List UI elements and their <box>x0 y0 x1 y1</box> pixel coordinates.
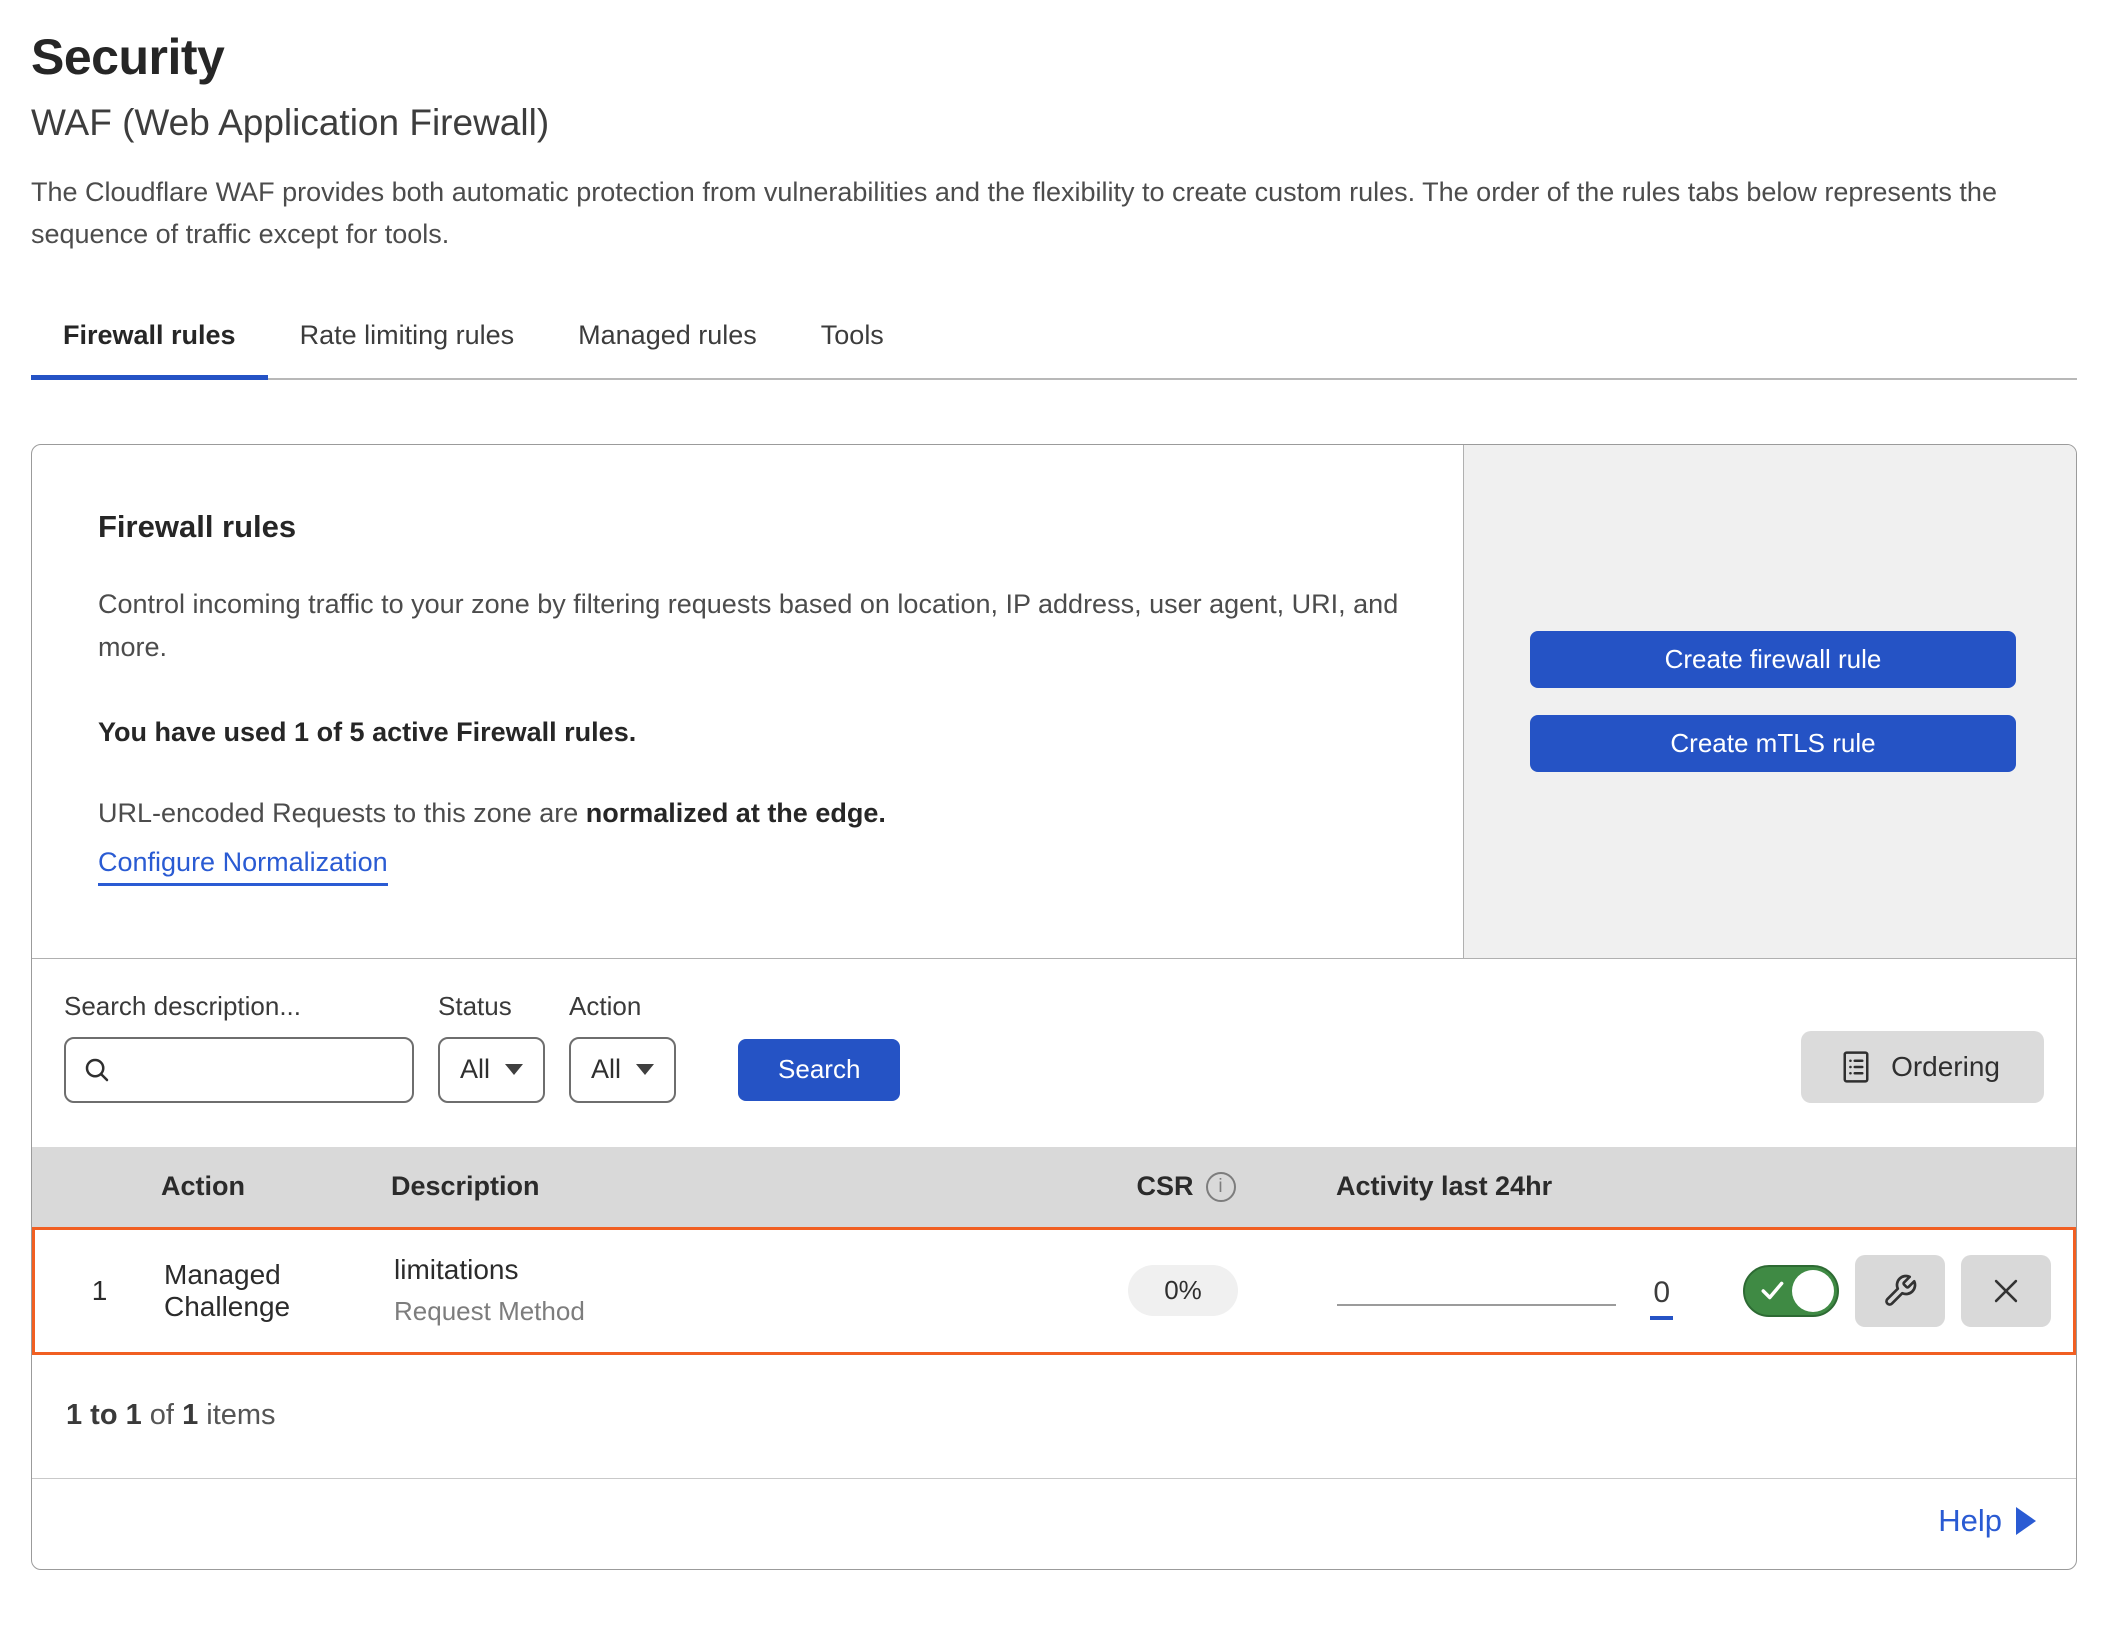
rule-controls <box>1673 1255 2073 1327</box>
firewall-rules-info: Firewall rules Control incoming traffic … <box>32 445 1463 958</box>
check-icon <box>1760 1280 1786 1302</box>
activity-count-link[interactable]: 0 <box>1650 1276 1673 1320</box>
search-button[interactable]: Search <box>738 1039 900 1101</box>
pagination-range: 1 to 1 <box>66 1399 142 1431</box>
create-firewall-rule-button[interactable]: Create firewall rule <box>1530 631 2016 688</box>
action-filter-group: Action All <box>569 991 676 1103</box>
table-row: 1 Managed Challenge limitations Request … <box>32 1227 2076 1355</box>
firewall-rules-panel: Firewall rules Control incoming traffic … <box>31 444 2077 1570</box>
info-icon[interactable]: i <box>1206 1172 1236 1202</box>
csr-badge: 0% <box>1128 1265 1238 1316</box>
toggle-knob <box>1792 1270 1834 1312</box>
search-label: Search description... <box>64 991 414 1022</box>
search-input[interactable] <box>122 1039 457 1101</box>
status-filter-group: Status All <box>438 991 545 1103</box>
chevron-down-icon <box>636 1064 654 1075</box>
tab-managed-rules[interactable]: Managed rules <box>546 302 789 380</box>
card-actions-panel: Create firewall rule Create mTLS rule <box>1463 445 2076 958</box>
search-icon <box>82 1055 112 1085</box>
help-link[interactable]: Help <box>1938 1503 2036 1539</box>
ordering-button[interactable]: Ordering <box>1801 1031 2044 1103</box>
pagination-items: items <box>198 1399 275 1431</box>
normalization-bold-text: normalized at the edge. <box>586 798 886 828</box>
action-dropdown-value: All <box>591 1054 621 1085</box>
card-title: Firewall rules <box>98 509 1423 545</box>
search-box <box>64 1037 414 1103</box>
list-document-icon <box>1841 1050 1871 1084</box>
activity-sparkline <box>1337 1304 1616 1306</box>
rule-activity-cell: 0 <box>1333 1269 1673 1313</box>
status-dropdown[interactable]: All <box>438 1037 545 1103</box>
waf-tab-bar: Firewall rules Rate limiting rules Manag… <box>31 302 2077 380</box>
firewall-rules-card: Firewall rules Control incoming traffic … <box>32 445 2076 959</box>
arrow-right-icon <box>2016 1507 2036 1535</box>
header-action: Action <box>161 1171 391 1202</box>
card-description: Control incoming traffic to your zone by… <box>98 583 1423 669</box>
action-label: Action <box>569 991 676 1022</box>
delete-rule-button[interactable] <box>1961 1255 2051 1327</box>
close-icon <box>1989 1274 2023 1308</box>
edit-rule-button[interactable] <box>1855 1255 1945 1327</box>
rule-action: Managed Challenge <box>164 1259 394 1323</box>
pagination-of: of <box>142 1399 182 1431</box>
usage-summary: You have used 1 of 5 active Firewall rul… <box>98 717 1423 748</box>
page-description: The Cloudflare WAF provides both automat… <box>31 172 2031 256</box>
action-dropdown[interactable]: All <box>569 1037 676 1103</box>
header-csr: CSR i <box>1036 1171 1336 1202</box>
wrench-icon <box>1882 1273 1918 1309</box>
tab-rate-limiting-rules[interactable]: Rate limiting rules <box>268 302 547 380</box>
normalization-text: URL-encoded Requests to this zone are <box>98 798 586 828</box>
create-mtls-rule-button[interactable]: Create mTLS rule <box>1530 715 2016 772</box>
help-link-label: Help <box>1938 1503 2002 1539</box>
tab-firewall-rules[interactable]: Firewall rules <box>31 302 268 380</box>
status-dropdown-value: All <box>460 1054 490 1085</box>
pagination-summary: 1 to 1 of 1 items <box>32 1355 2076 1479</box>
header-description: Description <box>391 1171 1036 1202</box>
table-header: Action Description CSR i Activity last 2… <box>32 1147 2076 1227</box>
ordering-button-label: Ordering <box>1891 1051 2000 1083</box>
rule-description-cell: limitations Request Method <box>394 1254 1033 1327</box>
rule-enabled-toggle[interactable] <box>1743 1265 1839 1317</box>
search-filter-group: Search description... <box>64 991 414 1103</box>
rule-description: limitations <box>394 1254 1033 1286</box>
tab-tools[interactable]: Tools <box>789 302 916 380</box>
rule-expression: Request Method <box>394 1296 1033 1327</box>
page-title: Security <box>31 28 2077 86</box>
rule-csr-cell: 0% <box>1033 1265 1333 1316</box>
configure-normalization-link[interactable]: Configure Normalization <box>98 847 388 886</box>
page-subtitle: WAF (Web Application Firewall) <box>31 102 2077 144</box>
filter-bar: Search description... Status All Action … <box>32 959 2076 1147</box>
header-activity: Activity last 24hr <box>1336 1171 1676 1202</box>
rule-priority: 1 <box>35 1275 164 1307</box>
chevron-down-icon <box>505 1064 523 1075</box>
pagination-total: 1 <box>182 1399 198 1431</box>
status-label: Status <box>438 991 545 1022</box>
help-row: Help <box>32 1479 2076 1569</box>
normalization-note: URL-encoded Requests to this zone are no… <box>98 798 1423 829</box>
header-csr-label: CSR <box>1136 1171 1193 1202</box>
